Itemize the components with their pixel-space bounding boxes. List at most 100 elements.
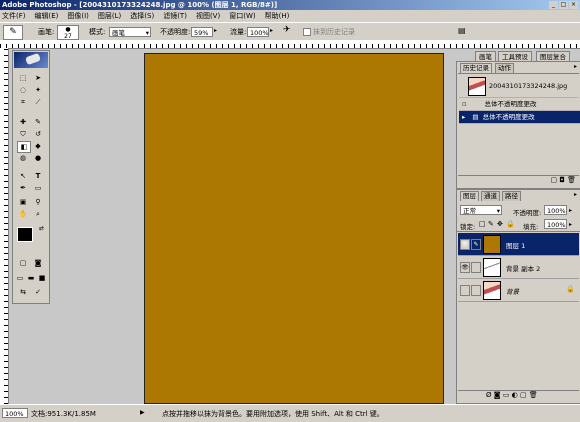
type-tool-icon[interactable]: T <box>32 171 44 181</box>
eraser-tool-preset-icon[interactable]: ✎ <box>3 25 23 40</box>
blur-tool-icon[interactable]: ◍ <box>17 153 29 163</box>
blend-mode-select[interactable]: 正常 ▾ <box>460 205 502 215</box>
airbrush-icon[interactable]: ✈ <box>283 25 291 35</box>
file-browser-icon[interactable]: ▤ <box>458 26 466 35</box>
path-selection-tool-icon[interactable]: ↖ <box>17 171 29 181</box>
eye-icon[interactable]: 👁 <box>460 262 470 273</box>
history-item-label: 总体不透明度更改 <box>482 113 535 121</box>
marquee-tool-icon[interactable]: ⬚ <box>17 73 29 83</box>
minimize-button[interactable]: _ <box>549 1 558 9</box>
clone-stamp-tool-icon[interactable]: ⛉ <box>17 129 29 139</box>
new-snapshot-icon[interactable]: ◘ <box>559 176 565 184</box>
slice-tool-icon[interactable]: ⟋ <box>32 97 44 107</box>
foreground-color-swatch[interactable] <box>17 227 33 242</box>
paint-bucket-tool-icon[interactable]: ◆ <box>32 141 44 151</box>
opacity-slider-icon[interactable]: ▸ <box>214 27 217 34</box>
status-menu-icon[interactable]: ▶ <box>140 409 145 416</box>
eyedropper-tool-icon[interactable]: ⚲ <box>32 197 44 207</box>
layer-row-layer-1[interactable]: 👁 ✎ 图层 1 <box>458 233 579 256</box>
brush-tool-icon[interactable]: ✎ <box>32 117 44 127</box>
panel-menu-icon[interactable]: ▸ <box>574 63 577 70</box>
trash-icon[interactable]: 🗑 <box>529 391 538 399</box>
panel-menu-icon[interactable]: ▸ <box>574 191 577 198</box>
lock-transparency-icon[interactable]: □ <box>479 220 486 228</box>
tab-actions[interactable]: 动作 <box>495 63 514 73</box>
rectangle-tool-icon[interactable]: ▭ <box>32 183 44 193</box>
zoom-input[interactable]: 100% <box>2 408 28 418</box>
menu-file[interactable]: 文件(F) <box>2 12 26 20</box>
crop-tool-icon[interactable]: ⌗ <box>17 97 29 107</box>
trash-icon[interactable]: 🗑 <box>567 176 576 184</box>
menu-help[interactable]: 帮助(H) <box>265 12 290 20</box>
layer-thumbnail <box>483 281 501 300</box>
eye-icon[interactable]: 👁 <box>460 239 470 250</box>
layer-opacity-input[interactable]: 100% <box>544 205 567 215</box>
screen-mode-full-icon[interactable]: ■ <box>36 273 48 283</box>
opacity-input[interactable]: 59% <box>191 27 213 37</box>
healing-brush-tool-icon[interactable]: ✚ <box>17 117 29 127</box>
tab-history[interactable]: 历史记录 <box>460 63 492 73</box>
mode-select[interactable]: 画笔 ▾ <box>109 27 151 37</box>
tab-channels[interactable]: 通道 <box>481 191 500 201</box>
brush-picker[interactable]: ● 27 <box>57 25 79 40</box>
menu-layer[interactable]: 图层(L) <box>98 12 121 20</box>
tab-paths[interactable]: 路径 <box>502 191 521 201</box>
menu-image[interactable]: 图像(I) <box>67 12 89 20</box>
pen-tool-icon[interactable]: ✒ <box>17 183 29 193</box>
layer-opacity-slider-icon[interactable]: ▸ <box>569 207 572 214</box>
history-item-icon: ▤ <box>472 113 479 121</box>
eye-visibility-slot[interactable] <box>460 285 470 296</box>
hand-tool-icon[interactable]: ✋ <box>17 209 29 219</box>
lasso-tool-icon[interactable]: ◌ <box>17 85 29 95</box>
notes-tool-icon[interactable]: ▣ <box>17 197 29 207</box>
brush-size: 27 <box>64 33 72 40</box>
layer-link-slot[interactable] <box>471 262 481 273</box>
menu-view[interactable]: 视图(V) <box>196 12 220 20</box>
lock-all-icon[interactable]: 🔒 <box>506 220 515 228</box>
move-tool-icon[interactable]: ➤ <box>32 73 44 83</box>
layer-style-icon[interactable]: Ø <box>486 391 492 399</box>
menu-select[interactable]: 选择(S) <box>130 12 154 20</box>
menu-filter[interactable]: 滤镜(T) <box>163 12 187 20</box>
layer-row-background[interactable]: 背景 🔒 <box>458 279 579 302</box>
flow-input[interactable]: 100% <box>247 27 269 37</box>
tab-layers[interactable]: 图层 <box>460 191 479 201</box>
lock-paint-icon[interactable]: ✎ <box>488 220 494 228</box>
layer-set-icon[interactable]: ▭ <box>503 391 510 399</box>
zoom-tool-icon[interactable]: ⌕ <box>32 209 44 219</box>
fill-input[interactable]: 100% <box>544 219 567 229</box>
close-button[interactable]: × <box>569 1 578 9</box>
brush-icon: ✎ <box>471 239 481 250</box>
dodge-tool-icon[interactable]: ● <box>32 153 44 163</box>
eraser-tool-icon[interactable]: ◧ <box>17 141 31 153</box>
maximize-button[interactable]: □ <box>559 1 568 9</box>
document-canvas[interactable] <box>144 53 444 404</box>
layer-mask-icon[interactable]: ◙ <box>494 391 501 399</box>
new-layer-icon[interactable]: ▢ <box>520 391 527 399</box>
layer-row-background-copy-2[interactable]: 👁 背景 副本 2 <box>458 256 579 279</box>
layers-panel: 图层 通道 路径 ▸ 正常 ▾ 不透明度: 100% ▸ 锁定: □ ✎ ✥ 🔒 … <box>456 189 580 404</box>
chevron-down-icon: ▾ <box>145 29 149 37</box>
history-brush-tool-icon[interactable]: ↺ <box>32 129 44 139</box>
document-size: 文档:951.3K/1.85M <box>31 410 96 418</box>
menu-window[interactable]: 窗口(W) <box>229 12 255 20</box>
new-document-icon[interactable]: ▢ <box>550 176 557 184</box>
swap-colors-icon[interactable]: ⇄ <box>39 225 44 232</box>
history-item-selected[interactable]: ▸ ▤ 总体不透明度更改 <box>459 111 580 124</box>
imageready-jump-icon[interactable]: ⇆ <box>17 287 29 297</box>
history-snapshot[interactable]: 2004310173324248.jpg <box>459 75 578 98</box>
erase-history-checkbox[interactable] <box>303 28 311 36</box>
layer-link-slot[interactable] <box>471 285 481 296</box>
magic-wand-tool-icon[interactable]: ✦ <box>32 85 44 95</box>
quick-mask-icon[interactable]: ◙ <box>32 258 44 268</box>
menu-edit[interactable]: 编辑(E) <box>35 12 59 20</box>
standard-mode-icon[interactable]: ▢ <box>17 258 29 268</box>
flow-slider-icon[interactable]: ▸ <box>270 27 273 34</box>
lock-move-icon[interactable]: ✥ <box>497 220 503 228</box>
toolbox-header[interactable] <box>14 52 48 68</box>
layer-opacity-label: 不透明度: <box>513 209 542 217</box>
fill-slider-icon[interactable]: ▸ <box>569 221 572 228</box>
history-item[interactable]: ▫ 总体不透明度更改 <box>459 98 580 111</box>
adjustment-layer-icon[interactable]: ◐ <box>512 391 518 399</box>
jump-to-icon[interactable]: ✓ <box>32 287 44 297</box>
